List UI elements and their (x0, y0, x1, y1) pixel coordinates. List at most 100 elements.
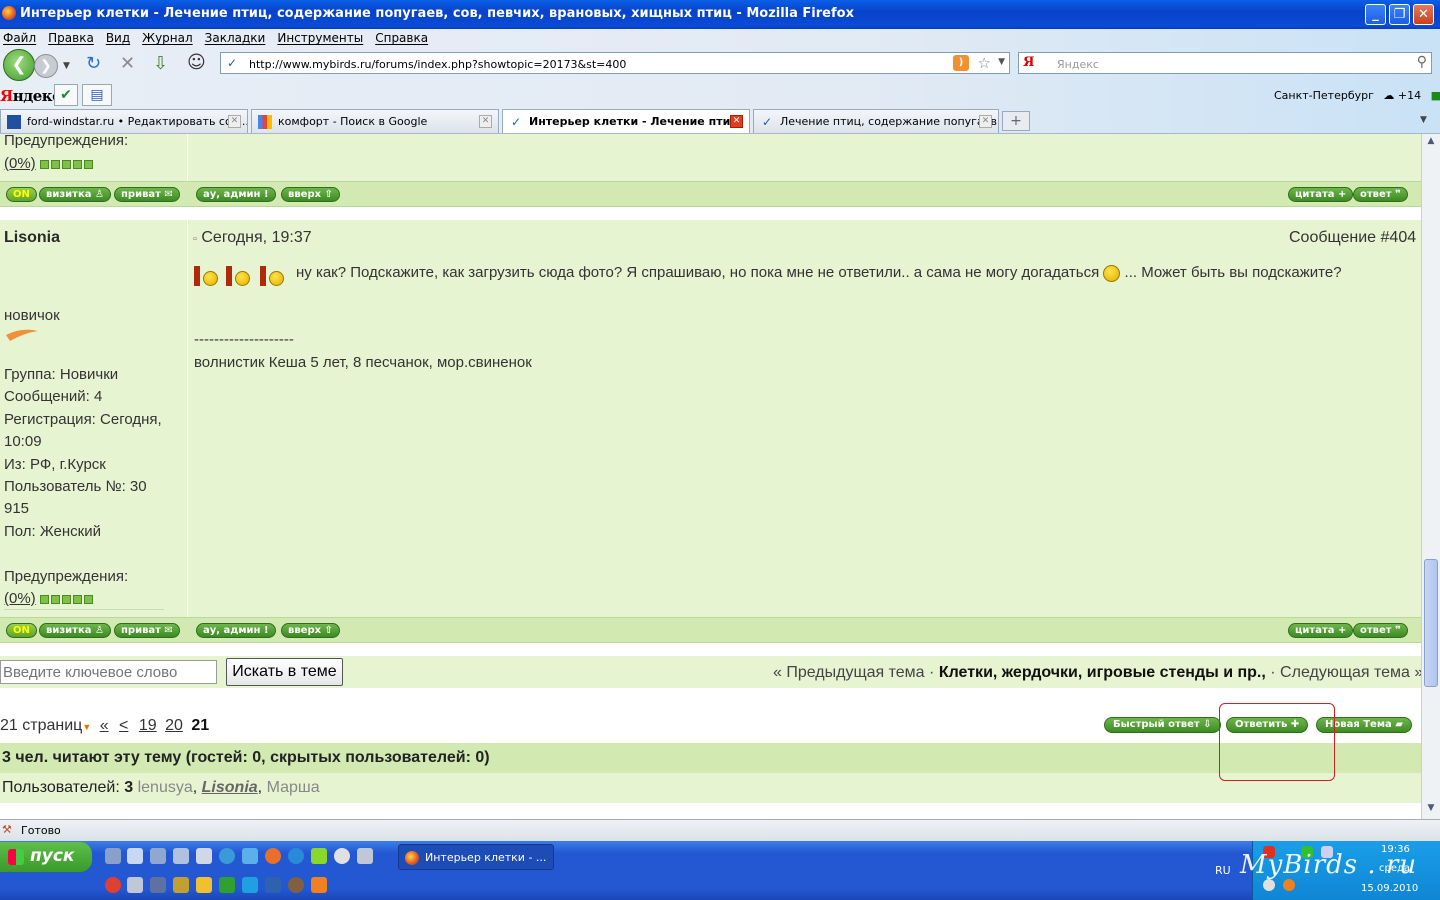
url-dropdown-icon[interactable]: ▼ (998, 57, 1005, 67)
quicklaunch-icon[interactable] (288, 877, 304, 893)
card-button[interactable]: визитка ♙ (39, 187, 111, 202)
reader-lenusya[interactable]: lenusya (138, 779, 193, 796)
spellcheck-icon[interactable]: ✔ (54, 84, 78, 106)
post-author[interactable]: Lisonia (4, 229, 60, 247)
user-warnings[interactable]: (0%) (4, 590, 95, 607)
page-19[interactable]: 19 (139, 717, 157, 734)
taskbar-task-firefox[interactable]: Интерьер клетки - ... (398, 844, 554, 870)
clock-date[interactable]: 15.09.2010 (1361, 883, 1418, 894)
next-topic-link[interactable]: Следующая тема » (1280, 664, 1421, 681)
weather-widget[interactable]: Санкт-Петербург ☁ +14 ■ 2 (1274, 89, 1440, 102)
fast-reply-button[interactable]: Быстрый ответ ⇩ (1104, 717, 1221, 733)
history-dropdown-icon[interactable]: ▼ (63, 56, 70, 76)
ie-icon[interactable] (219, 848, 235, 864)
scroll-up-icon[interactable]: ▲ (1424, 136, 1438, 150)
topic-search-button[interactable]: Искать в теме (226, 658, 343, 686)
quote-button[interactable]: цитата + (1288, 623, 1354, 638)
topic-search-input[interactable] (0, 660, 217, 684)
vlc-icon[interactable] (311, 877, 327, 893)
search-bar[interactable]: Я Яндекс ⚲ (1018, 52, 1432, 74)
pages-dropdown-icon[interactable]: ▼ (82, 722, 91, 732)
page-prev[interactable]: < (119, 717, 128, 734)
minimize-button[interactable]: _ (1365, 4, 1386, 25)
menu-bookmarks[interactable]: Закладки (205, 31, 266, 45)
online-badge[interactable]: ON (6, 623, 37, 638)
close-button[interactable]: ✕ (1413, 4, 1434, 25)
yandex-logo[interactable]: Яндекс (0, 87, 61, 105)
page-scrollbar[interactable]: ▲ ▼ (1421, 134, 1440, 819)
quicklaunch-icon[interactable] (196, 848, 212, 864)
private-button[interactable]: приват ✉ (114, 623, 180, 638)
rss-icon[interactable]: ) (953, 55, 969, 71)
prev-warnings-value[interactable]: (0%) (4, 155, 36, 172)
quicklaunch-icon[interactable] (150, 848, 166, 864)
quicklaunch-icon[interactable] (105, 848, 121, 864)
page-first[interactable]: « (100, 717, 109, 734)
bookmark-star-icon[interactable]: ☆ (978, 54, 991, 72)
translate-icon[interactable]: ▤ (82, 84, 112, 106)
forward-button[interactable]: ❯ (34, 54, 58, 78)
online-badge[interactable]: ON (6, 187, 37, 202)
forum-link[interactable]: Клетки, жердочки, игровые стенды и пр., (939, 664, 1266, 681)
quicklaunch-icon[interactable] (196, 877, 212, 893)
menu-file[interactable]: Файл (3, 31, 36, 45)
quicklaunch-icon[interactable] (219, 877, 235, 893)
quicklaunch-icon[interactable] (311, 848, 327, 864)
menu-tools[interactable]: Инструменты (277, 31, 363, 45)
address-bar[interactable]: ✓ http://www.mybirds.ru/forums/index.php… (220, 52, 1010, 74)
post-number[interactable]: Сообщение #404 (1289, 229, 1416, 247)
tab-close-icon[interactable]: ✕ (228, 115, 241, 128)
top-button[interactable]: вверх ⇧ (281, 623, 340, 638)
menu-edit[interactable]: Правка (48, 31, 94, 45)
tray-icon[interactable] (1283, 879, 1295, 891)
maximize-button[interactable]: ❐ (1389, 4, 1410, 25)
language-indicator[interactable]: RU (1215, 864, 1231, 877)
start-button[interactable]: пуск (0, 842, 92, 872)
stop-icon[interactable]: ✕ (120, 54, 135, 74)
pages-count[interactable]: 21 страниц (0, 717, 82, 734)
menu-view[interactable]: Вид (106, 31, 130, 45)
tab-close-icon[interactable]: ✕ (979, 115, 992, 128)
quicklaunch-icon[interactable] (105, 877, 121, 893)
quicklaunch-icon[interactable] (357, 848, 373, 864)
tab-close-icon[interactable]: ✕ (479, 115, 492, 128)
menu-history[interactable]: Журнал (142, 31, 193, 45)
quicklaunch-icon[interactable] (242, 848, 258, 864)
post-link-icon[interactable]: ▫ (193, 233, 197, 245)
yandex-search-icon[interactable]: Я (1023, 55, 1034, 70)
quicklaunch-icon[interactable] (173, 877, 189, 893)
quicklaunch-icon[interactable] (127, 877, 143, 893)
scroll-thumb[interactable] (1424, 559, 1438, 687)
reader-marsha[interactable]: Марша (267, 779, 320, 796)
tab-treatment[interactable]: ✓ Лечение птиц, содержание попугаев... ✕ (753, 109, 999, 133)
tab-interior[interactable]: ✓ Интерьер клетки - Лечение пти... ✕ (502, 109, 750, 133)
page-20[interactable]: 20 (165, 717, 183, 734)
reader-lisonia[interactable]: Lisonia (202, 779, 258, 796)
tab-ford-windstar[interactable]: ford-windstar.ru • Редактировать соо... … (0, 109, 248, 133)
search-go-icon[interactable]: ⚲ (1417, 54, 1427, 70)
chat-icon[interactable]: ☺ (187, 53, 206, 73)
private-button[interactable]: приват ✉ (114, 187, 180, 202)
ping-admin-button[interactable]: ау, админ ! (196, 187, 276, 202)
user-warnings-value[interactable]: (0%) (4, 590, 36, 607)
top-button[interactable]: вверх ⇧ (281, 187, 340, 202)
tab-google[interactable]: комфорт - Поиск в Google ✕ (251, 109, 499, 133)
tab-list-icon[interactable]: ▼ (1420, 115, 1427, 125)
quicklaunch-icon[interactable] (334, 848, 350, 864)
quicklaunch-icon[interactable] (265, 877, 281, 893)
download-icon[interactable]: ⇩ (153, 54, 168, 74)
scroll-down-icon[interactable]: ▼ (1424, 803, 1438, 817)
ping-admin-button[interactable]: ау, админ ! (196, 623, 276, 638)
quicklaunch-icon[interactable] (127, 848, 143, 864)
quicklaunch-icon[interactable] (150, 877, 166, 893)
reload-icon[interactable]: ↻ (86, 54, 101, 74)
back-button[interactable]: ❮ (3, 49, 35, 81)
tab-close-icon[interactable]: ✕ (730, 115, 743, 128)
skype-icon[interactable] (242, 877, 258, 893)
new-tab-button[interactable]: + (1002, 111, 1030, 131)
reply-post-button[interactable]: ответ ❞ (1353, 187, 1408, 202)
quicklaunch-icon[interactable] (173, 848, 189, 864)
menu-help[interactable]: Справка (375, 31, 428, 45)
prev-warnings[interactable]: (0%) (4, 155, 95, 172)
firefox-quick-icon[interactable] (265, 848, 281, 864)
